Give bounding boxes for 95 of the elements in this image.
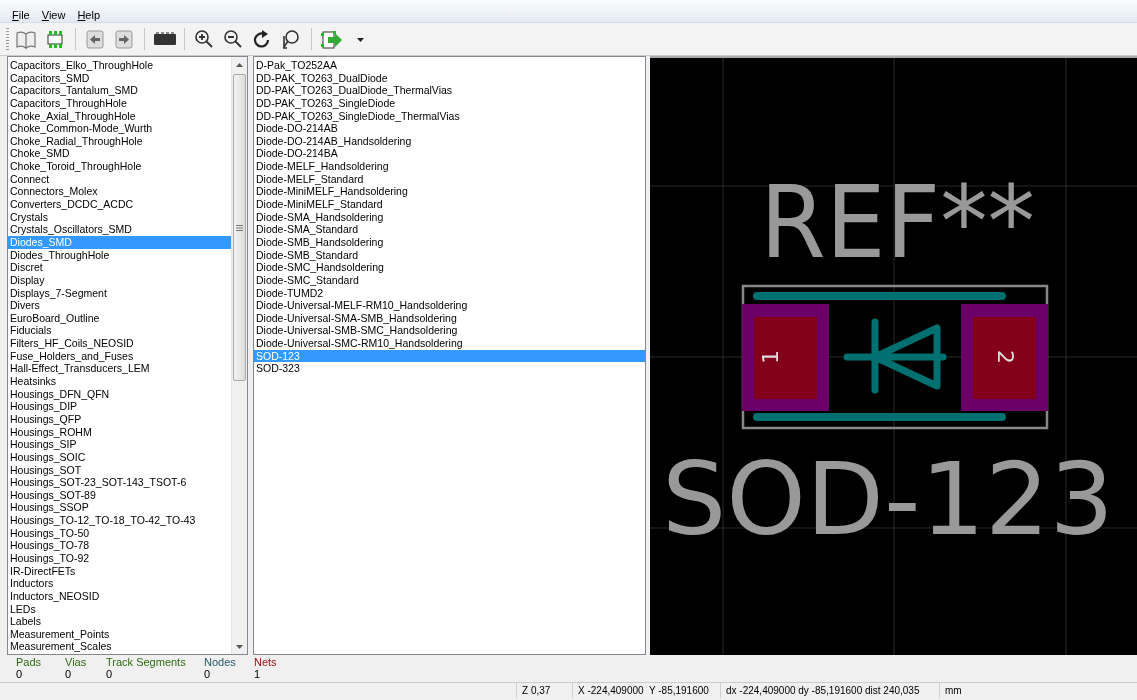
stat-label: Nodes xyxy=(204,657,237,669)
list-item[interactable]: Choke_Axial_ThroughHole xyxy=(8,109,231,123)
list-item[interactable]: Diode-SMC_Standard xyxy=(254,273,645,287)
status-text: X -224,409000 Y -85,191600 xyxy=(572,683,720,698)
stat-label: Track Segments xyxy=(106,657,187,669)
status-text: dx -224,409000 dy -85,191600 dist 240,035 xyxy=(720,683,939,698)
list-item[interactable]: Diode-MiniMELF_Standard xyxy=(254,198,645,211)
list-item[interactable]: Measurement_Points xyxy=(8,627,231,641)
scrollbar[interactable] xyxy=(231,57,247,654)
list-item[interactable]: LEDs xyxy=(8,602,231,616)
list-item[interactable]: Diode-Universal-MELF-RM10_Handsoldering xyxy=(254,299,645,312)
stat-value: 1 xyxy=(254,668,262,680)
reference-label: REF** xyxy=(760,164,1051,281)
list-item[interactable]: Choke_Common-Mode_Wurth xyxy=(8,122,231,135)
list-item[interactable]: DD-PAK_TO263_DualDiode xyxy=(254,71,645,85)
list-item[interactable]: Hall-Effect_Transducers_LEM xyxy=(8,362,231,375)
list-item[interactable]: Housings_SOT xyxy=(8,463,231,477)
scroll-down-icon[interactable] xyxy=(236,644,243,649)
list-item[interactable]: Diode-SMB_Standard xyxy=(254,248,645,262)
grip-icon xyxy=(236,224,243,231)
list-item[interactable]: Diode-SMA_Standard xyxy=(254,223,645,236)
list-item[interactable]: Displays_7-Segment xyxy=(8,286,231,300)
stat-label: Pads xyxy=(16,657,43,669)
stat-value: 0 xyxy=(106,668,114,680)
list-item[interactable]: Connectors_Molex xyxy=(8,185,231,199)
list-item[interactable]: Housings_DIP xyxy=(8,400,231,413)
list-item[interactable]: Housings_TO-12_TO-18_TO-42_TO-43 xyxy=(8,514,231,527)
list-item[interactable]: SOD-323 xyxy=(254,362,645,375)
scroll-up-icon[interactable] xyxy=(236,62,243,67)
pad-number: 2 xyxy=(993,350,1018,364)
list-item[interactable]: Divers xyxy=(8,299,231,312)
list-item[interactable]: Capacitors_ThroughHole xyxy=(8,96,231,110)
list-item[interactable]: Diode-Universal-SMC-RM10_Handsoldering xyxy=(254,337,645,350)
list-item[interactable]: Diode-MELF_Standard xyxy=(254,172,645,186)
list-item[interactable]: Labels xyxy=(8,615,231,628)
list-item[interactable]: Diode-MELF_Handsoldering xyxy=(254,160,645,173)
list-item[interactable]: Capacitors_Elko_ThroughHole xyxy=(8,59,231,72)
list-item[interactable]: D-Pak_TO252AA xyxy=(254,59,645,72)
list-item[interactable]: Display xyxy=(8,273,231,287)
list-item[interactable]: Housings_TO-78 xyxy=(8,539,231,552)
menu-item[interactable]: Help xyxy=(71,8,107,22)
stat-label: Vias xyxy=(65,657,88,669)
menu-item[interactable]: View xyxy=(35,8,72,22)
list-item[interactable]: Diode-SMA_Handsoldering xyxy=(254,210,645,224)
stat-value: 0 xyxy=(65,668,73,680)
status-text: Z 0,37 xyxy=(516,683,572,698)
list-item[interactable]: Housings_SSOP xyxy=(8,501,231,515)
list-item[interactable]: Diode-TUMD2 xyxy=(254,286,645,300)
list-item[interactable]: Diode-Universal-SMB-SMC_Handsoldering xyxy=(254,324,645,338)
list-item[interactable]: Diode-DO-214AB xyxy=(254,122,645,135)
list-item[interactable]: Choke_Toroid_ThroughHole xyxy=(8,160,231,173)
list-item[interactable]: Measurement_Scales xyxy=(8,640,231,654)
list-item[interactable]: Diodes_ThroughHole xyxy=(8,248,231,262)
list-item[interactable]: Housings_ROHM xyxy=(8,425,231,439)
list-item[interactable]: Fuse_Holders_and_Fuses xyxy=(8,349,231,363)
list-item[interactable]: Capacitors_SMD xyxy=(8,71,231,85)
list-item[interactable]: Discret xyxy=(8,261,231,274)
list-item[interactable]: Choke_SMD xyxy=(8,147,231,161)
list-item[interactable]: IR-DirectFETs xyxy=(8,564,231,578)
list-item[interactable]: Housings_TO-92 xyxy=(8,552,231,565)
list-item[interactable]: Filters_HF_Coils_NEOSID xyxy=(8,337,231,350)
list-item[interactable]: DD-PAK_TO263_SingleDiode_ThermalVias xyxy=(254,109,645,123)
list-item[interactable]: Diode-SMB_Handsoldering xyxy=(254,235,645,249)
list-item[interactable]: Housings_DFN_QFN xyxy=(8,387,231,401)
list-item[interactable]: Housings_SIP xyxy=(8,438,231,451)
list-item[interactable]: Fiducials xyxy=(8,324,231,338)
list-item[interactable]: Heatsinks xyxy=(8,375,231,388)
list-item[interactable]: Inductors xyxy=(8,577,231,590)
list-item[interactable]: DD-PAK_TO263_SingleDiode xyxy=(254,96,645,110)
status-text: mm xyxy=(939,683,1135,698)
menu-item[interactable]: File xyxy=(6,8,36,22)
list-item[interactable]: EuroBoard_Outline xyxy=(8,311,231,325)
stat-label: Nets xyxy=(254,657,278,669)
list-item[interactable]: Housings_SOT-89 xyxy=(8,488,231,502)
list-item[interactable]: Housings_QFP xyxy=(8,412,231,426)
list-item[interactable]: Inductors_NEOSID xyxy=(8,589,231,603)
list-item[interactable]: Diode-MiniMELF_Handsoldering xyxy=(254,185,645,199)
list-item[interactable]: Converters_DCDC_ACDC xyxy=(8,198,231,211)
list-item[interactable]: Diode-SMC_Handsoldering xyxy=(254,261,645,274)
list-item[interactable]: Diode-Universal-SMA-SMB_Handsoldering xyxy=(254,311,645,325)
list-item[interactable]: Housings_TO-50 xyxy=(8,526,231,540)
list-item[interactable]: Crystals xyxy=(8,210,231,224)
list-item[interactable]: Crystals_Oscillators_SMD xyxy=(8,223,231,236)
list-item[interactable]: Diode-DO-214BA xyxy=(254,147,645,161)
list-item[interactable]: Housings_SOT-23_SOT-143_TSOT-6 xyxy=(8,476,231,489)
stat-value: 0 xyxy=(16,668,24,680)
list-item[interactable]: Diode-DO-214AB_Handsoldering xyxy=(254,134,645,148)
value-label: SOD-123 xyxy=(662,441,1109,558)
list-item[interactable]: Choke_Radial_ThroughHole xyxy=(8,134,231,148)
pad-number: 1 xyxy=(758,350,783,364)
stat-value: 0 xyxy=(204,668,212,680)
list-item[interactable]: DD-PAK_TO263_DualDiode_ThermalVias xyxy=(254,84,645,97)
list-item[interactable]: Capacitors_Tantalum_SMD xyxy=(8,84,231,97)
list-item[interactable]: Housings_SOIC xyxy=(8,450,231,464)
list-item[interactable]: Connect xyxy=(8,172,231,186)
